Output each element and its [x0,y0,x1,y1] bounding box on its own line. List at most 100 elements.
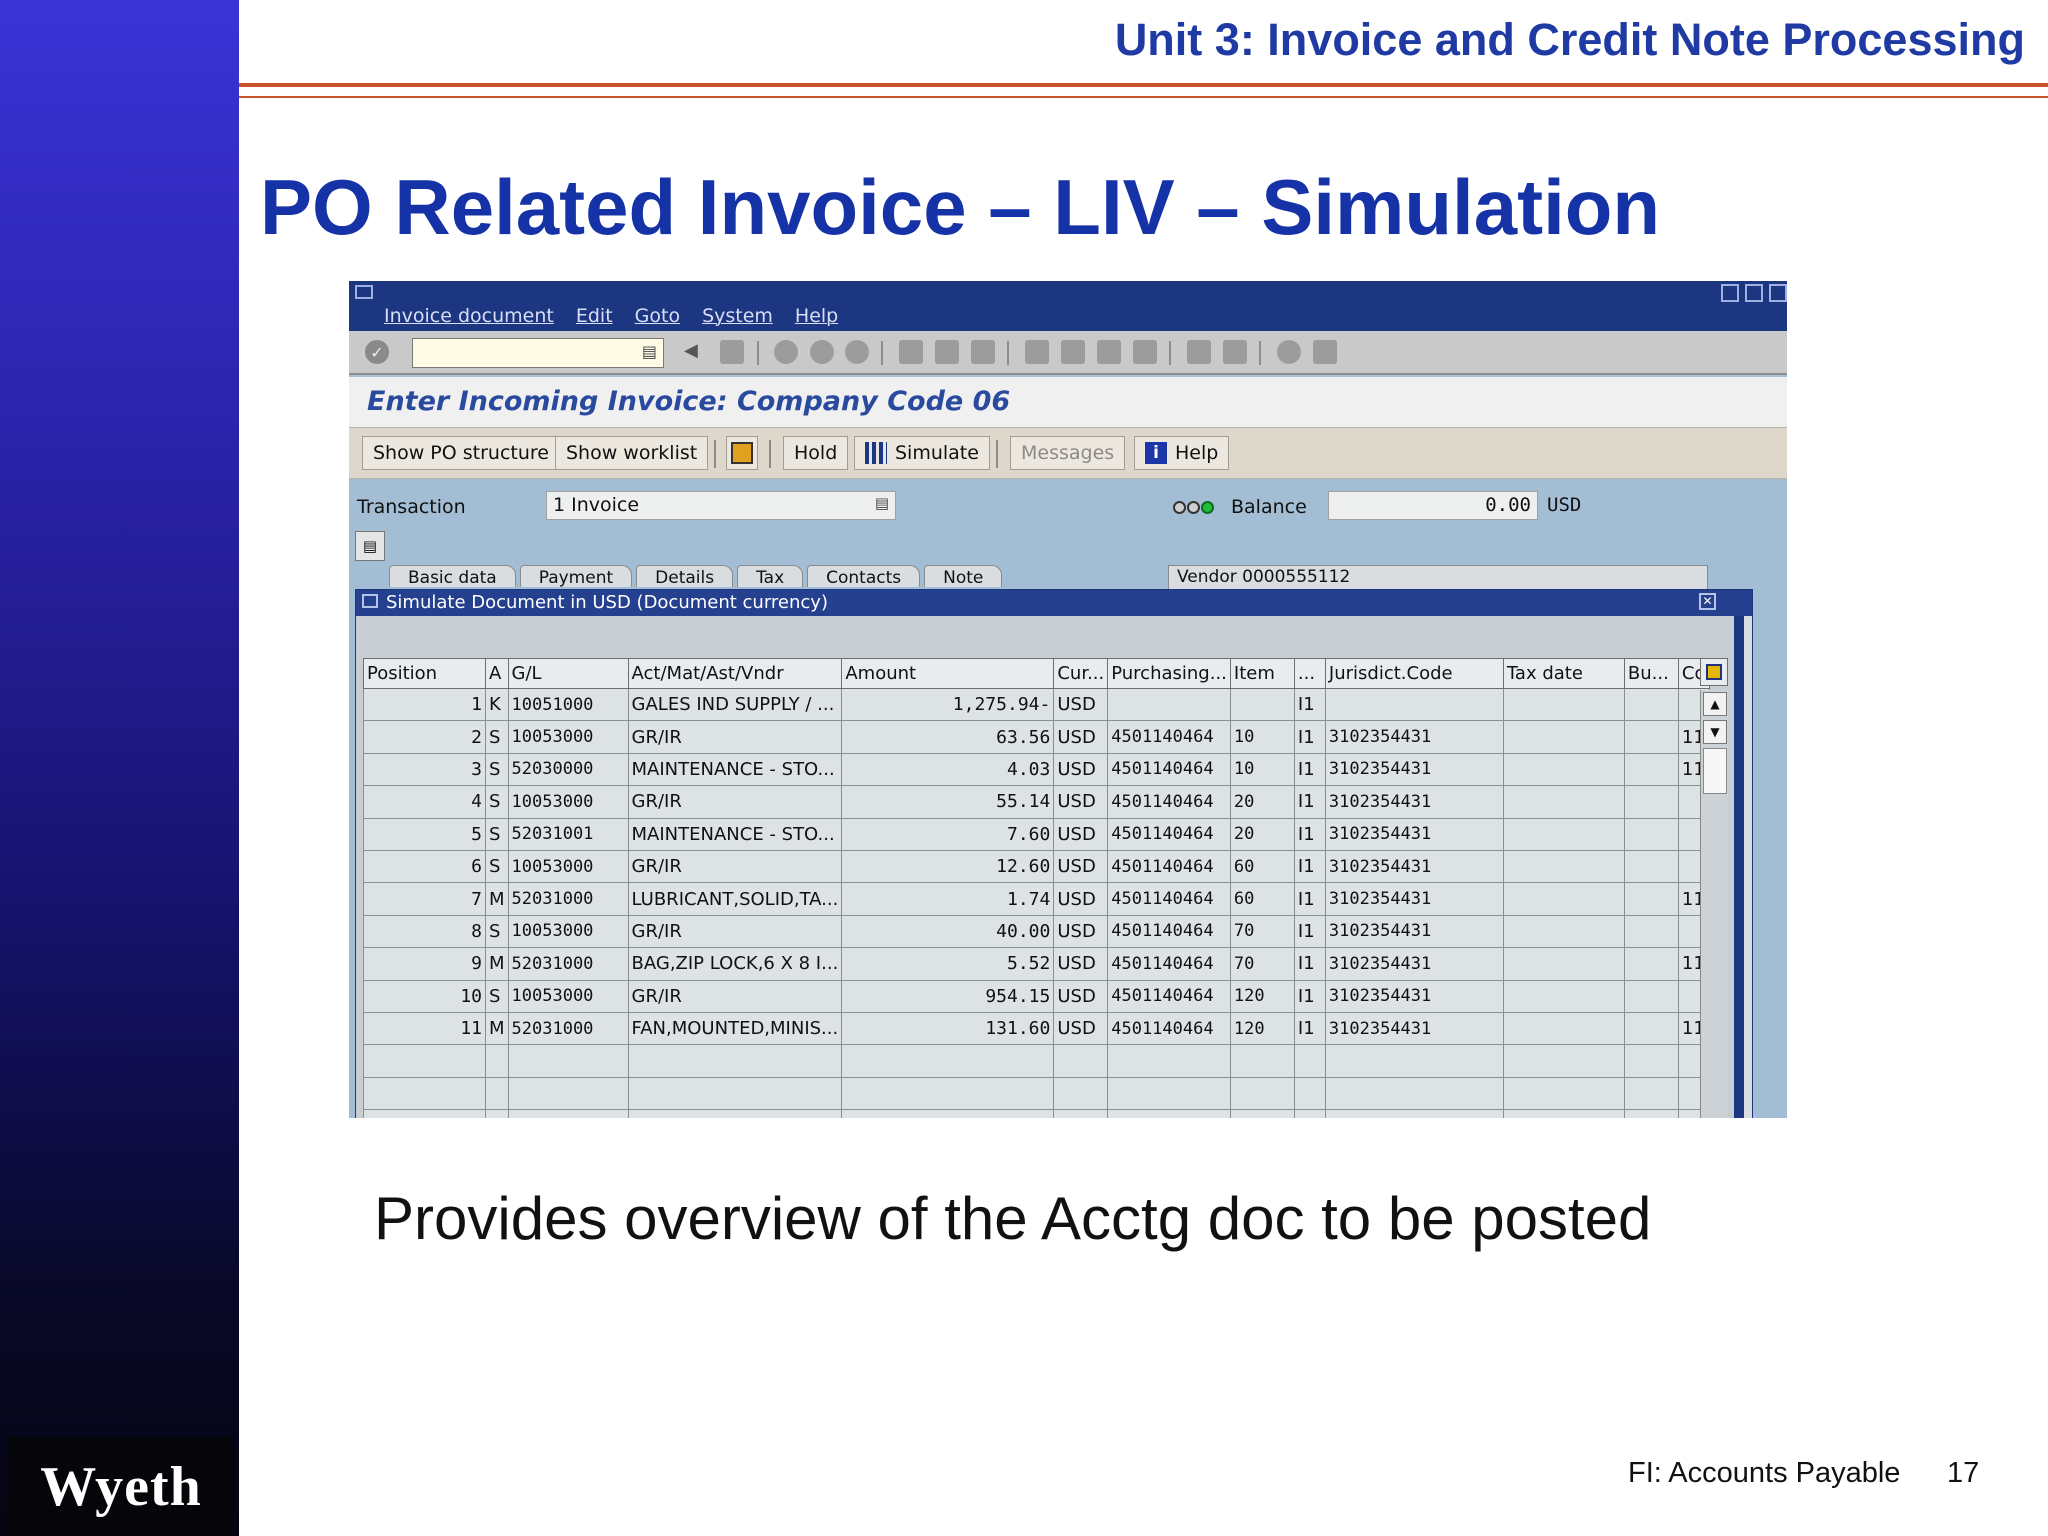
table-row[interactable]: 7 M 52031000 LUBRICANT,SOLID,TA... 1.74 USD 45… [363,882,1710,916]
restore-icon[interactable] [1745,284,1763,302]
layout-menu-icon[interactable] [1313,340,1337,364]
show-worklist-button[interactable]: Show worklist [555,436,709,470]
column-header[interactable]: Bu... [1623,658,1679,689]
vendor-tab[interactable]: Vendor 0000555112 [1168,565,1708,589]
help-button[interactable]: i Help [1134,436,1230,470]
vertical-scrollbar[interactable]: ▲ ▼ [1700,690,1728,1118]
menu-goto[interactable]: Goto [635,305,680,327]
dropdown-icon[interactable]: ▤ [875,494,889,512]
left-gradient-bar [0,0,239,1536]
first-page-icon[interactable] [1025,340,1049,364]
minimize-icon[interactable] [1721,284,1739,302]
toolbar-separator [996,440,998,468]
column-header[interactable]: Act/Mat/Ast/Vndr [627,658,843,689]
column-header[interactable]: Position [363,658,486,689]
table-cell: 6 [363,849,486,884]
menu-edit[interactable]: Edit [576,305,613,327]
window-icon[interactable] [355,285,373,299]
column-header[interactable]: Jurisdict.Code [1324,658,1504,689]
transaction-select[interactable]: 1 Invoice ▤ [546,491,896,520]
column-header[interactable]: G/L [507,658,629,689]
column-header[interactable]: ... [1293,658,1326,689]
find-next-icon[interactable] [971,340,995,364]
tab-details[interactable]: Details [636,565,734,587]
messages-button[interactable]: Messages [1010,436,1126,470]
hold-button[interactable]: Hold [783,436,849,470]
show-po-structure-button[interactable]: Show PO structure [362,436,560,470]
table-cell: 3102354431 [1324,914,1504,949]
command-field[interactable]: ▤ [412,338,664,368]
light-green-icon [1201,501,1214,514]
print-icon[interactable] [899,340,923,364]
table-cell [1623,1076,1679,1111]
table-cell: I1 [1293,785,1326,819]
light-yellow-icon [1187,501,1200,514]
table-row[interactable]: 4 S 10053000 GR/IR 55.14 USD 4501140464 20 I1 310… [363,785,1710,819]
popup-body: Position A G/L Act/Mat/Ast/Vndr Amount Cur...… [356,616,1744,1118]
scroll-thumb[interactable] [1703,748,1727,794]
column-header[interactable]: Amount [841,658,1055,689]
column-header[interactable]: Cur... [1053,658,1109,689]
multiple-allocation-button[interactable] [726,436,758,470]
table-row[interactable]: 6 S 10053000 GR/IR 12.60 USD 4501140464 60 I1 310… [363,849,1710,884]
table-cell: 4501140464 [1107,720,1231,754]
table-row[interactable]: 9 M 52031000 BAG,ZIP LOCK,6 X 8 I... 5.52 USD… [363,947,1710,981]
table-row[interactable]: 8 S 10053000 GR/IR 40.00 USD 4501140464 70 I1 310… [363,914,1710,949]
table-cell: USD [1053,979,1109,1013]
table-row[interactable]: 5 S 52031001 MAINTENANCE - STO... 7.60 USD 450… [363,817,1710,851]
table-cell [1324,1076,1504,1111]
last-page-icon[interactable] [1133,340,1157,364]
command-history-icon[interactable]: ▤ [642,342,657,361]
slide-title: PO Related Invoice – LIV – Simulation [260,163,1661,251]
cancel-icon[interactable] [845,340,869,364]
new-session-icon[interactable] [1187,340,1211,364]
table-cell: 120 [1229,979,1295,1013]
previous-page-icon[interactable] [1061,340,1085,364]
table-row[interactable]: 11 M 52031000 FAN,MOUNTED,MINIS... 131.60 USD… [363,1011,1710,1046]
table-cell: S [485,785,509,819]
column-header[interactable]: Purchasing... [1107,658,1231,689]
exit-icon[interactable] [810,340,834,364]
save-icon[interactable] [720,340,744,364]
scroll-down-icon[interactable]: ▼ [1703,720,1727,744]
table-row[interactable]: 10 S 10053000 GR/IR 954.15 USD 4501140464 120 I1… [363,979,1710,1013]
table-cell: 5.52 [841,947,1055,981]
table-cell: I1 [1293,882,1326,916]
tab-contacts[interactable]: Contacts [807,565,921,587]
tab-tax[interactable]: Tax [737,565,804,587]
simulate-button[interactable]: Simulate [854,436,990,470]
column-header[interactable]: A [485,658,509,689]
column-header[interactable]: Tax date [1502,658,1625,689]
header-toggle-button[interactable]: ▤ [355,531,385,561]
table-row[interactable]: 2 S 10053000 GR/IR 63.56 USD 4501140464 10 I1 310… [363,720,1710,754]
shortcut-icon[interactable] [1223,340,1247,364]
tab-note[interactable]: Note [924,565,1003,587]
table-cell: 7 [363,882,486,916]
menu-invoice-document[interactable]: Invoice document [384,305,554,327]
enter-check-icon[interactable]: ✓ [365,340,389,364]
tab-payment[interactable]: Payment [519,565,633,587]
close-icon[interactable]: ✕ [1699,593,1716,610]
close-window-icon[interactable] [1769,284,1787,302]
table-cell: USD [1053,882,1109,916]
menu-help[interactable]: Help [795,305,838,327]
popup-window-icon[interactable] [362,594,378,608]
column-header[interactable]: Item [1229,658,1295,689]
grid-settings-icon[interactable] [1700,658,1728,686]
table-row[interactable]: 3 S 52030000 MAINTENANCE - STO... 4.03 USD 450… [363,752,1710,787]
back-arrow-icon[interactable]: ◀ [684,340,698,364]
table-cell: 10053000 [507,849,629,884]
tab-basic-data[interactable]: Basic data [389,565,516,587]
toolbar-separator [881,341,883,365]
scroll-up-icon[interactable]: ▲ [1703,692,1727,716]
unit-title: Unit 3: Invoice and Credit Note Processi… [1114,14,2025,65]
menu-system[interactable]: System [702,305,773,327]
help-icon[interactable] [1277,340,1301,364]
table-cell: LUBRICANT,SOLID,TA... [627,882,843,916]
back-icon[interactable] [774,340,798,364]
next-page-icon[interactable] [1097,340,1121,364]
table-row[interactable]: 1 K 10051000 GALES IND SUPPLY / ... 1,275.94… [363,687,1710,722]
simulate-document-popup: Simulate Document in USD (Document curre… [355,589,1753,1118]
application-toolbar: Show PO structure Show worklist Hold Sim… [349,427,1787,479]
find-icon[interactable] [935,340,959,364]
